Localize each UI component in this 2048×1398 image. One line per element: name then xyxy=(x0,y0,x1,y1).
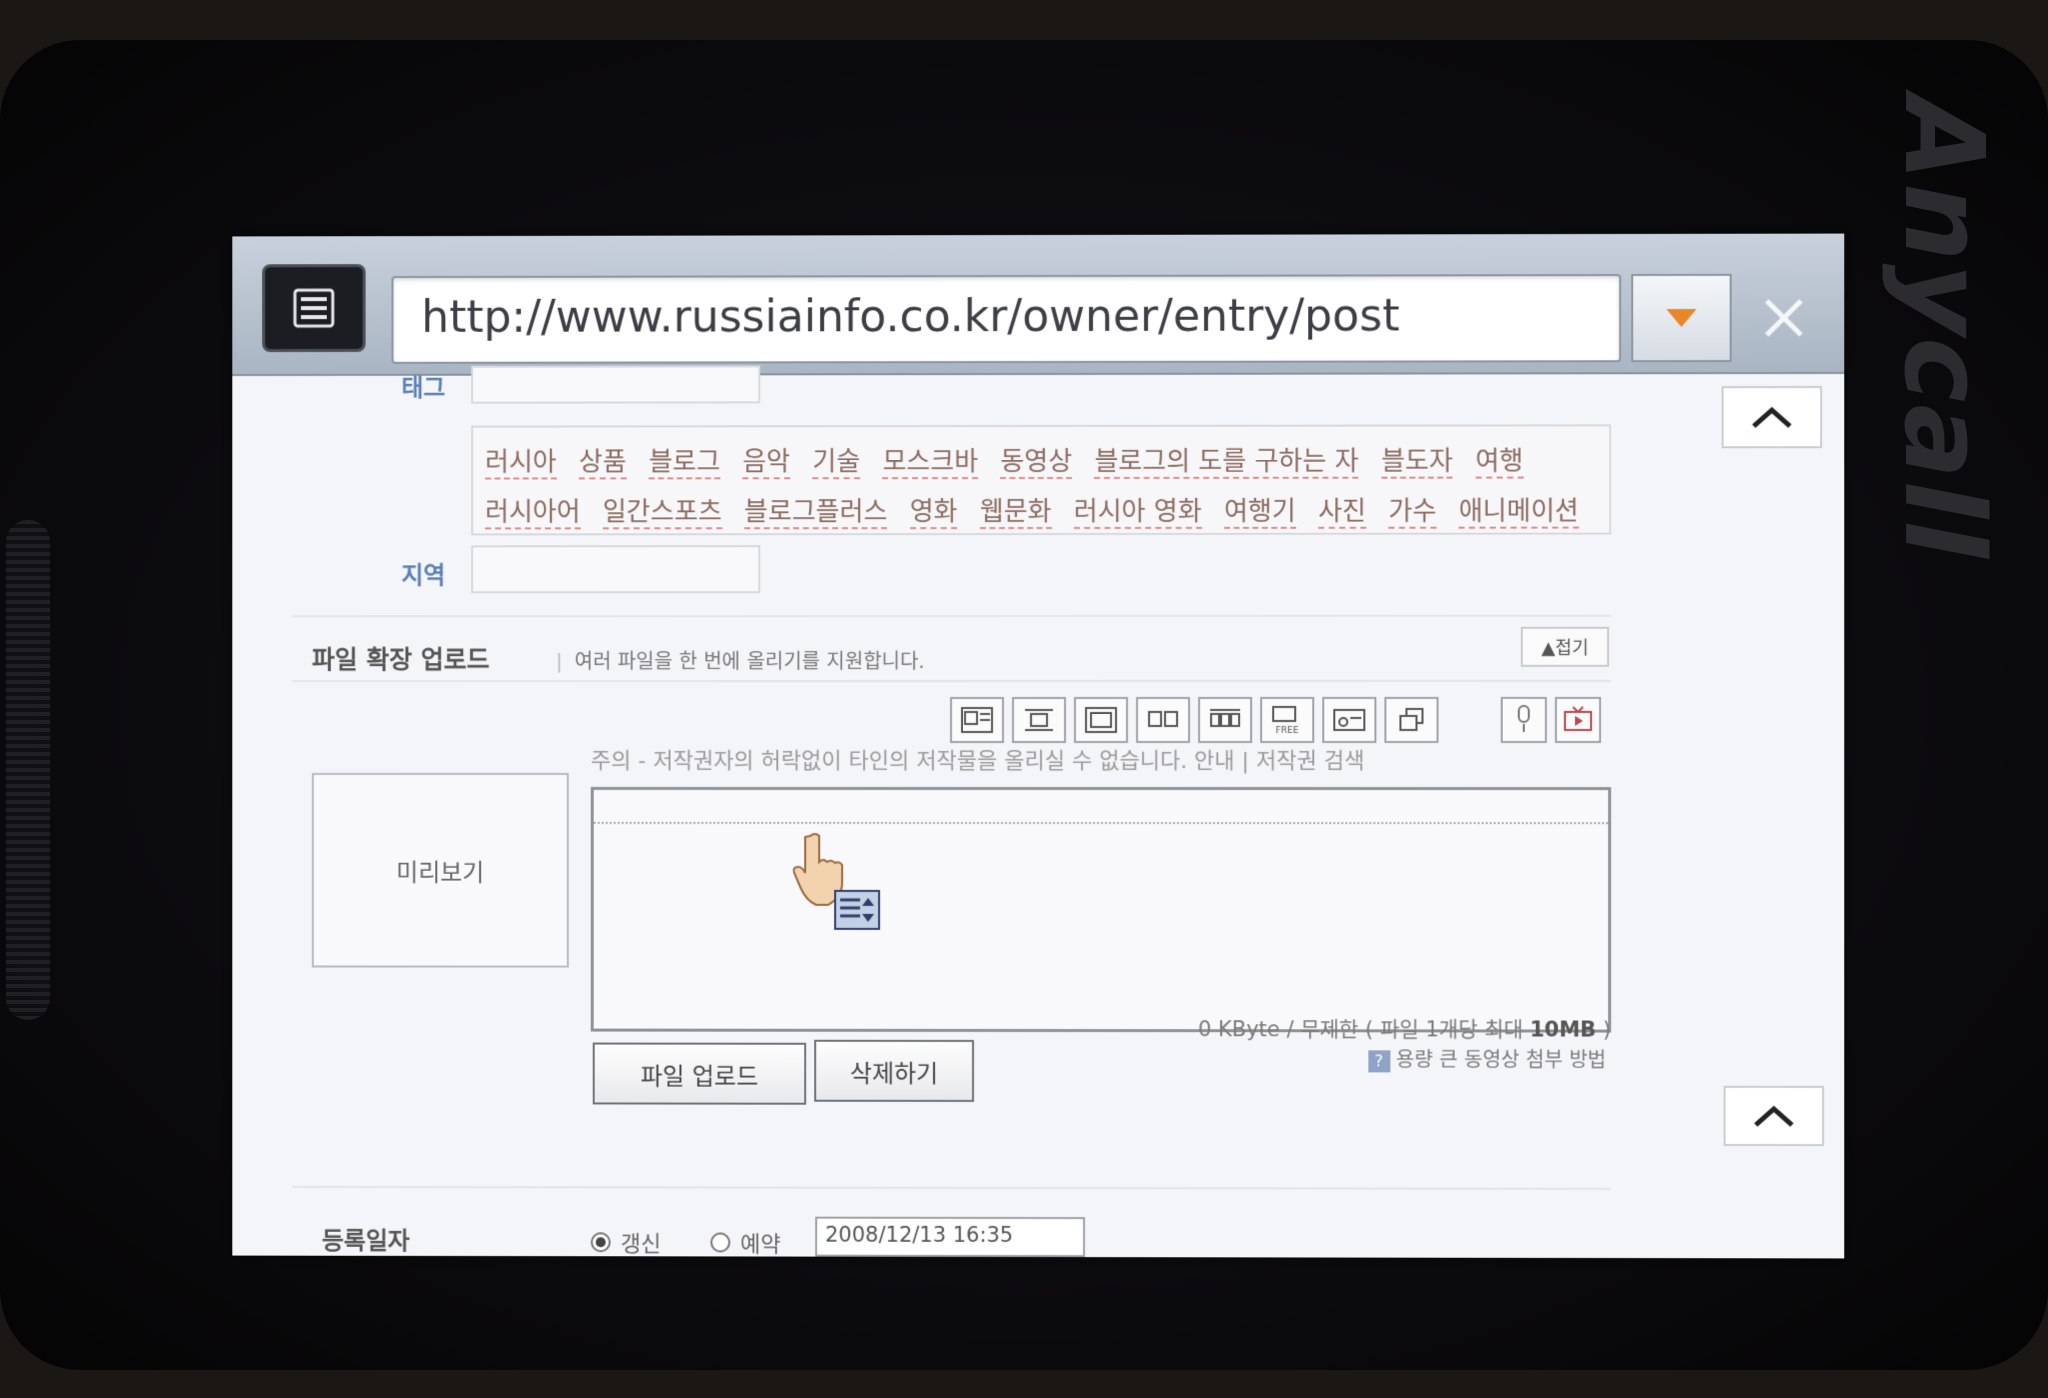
section-divider xyxy=(291,679,1612,683)
svg-text:FREE: FREE xyxy=(1276,726,1299,735)
region-label: 지역 xyxy=(401,561,446,590)
tag-item[interactable]: 일간스포츠 xyxy=(602,497,722,530)
tag-input[interactable] xyxy=(471,365,761,404)
url-history-dropdown[interactable] xyxy=(1631,273,1732,363)
tag-item[interactable]: 영화 xyxy=(909,497,958,530)
triangle-down-icon xyxy=(1666,308,1697,328)
radio-reserve[interactable]: 예약 xyxy=(710,1226,781,1258)
tag-item[interactable]: 여행 xyxy=(1475,446,1524,479)
phone-screen: http://www.russiainfo.co.kr/owner/entry/… xyxy=(232,233,1845,1259)
chevron-up-icon xyxy=(1750,404,1794,430)
tag-item[interactable]: 애니메이션 xyxy=(1458,496,1579,529)
free-layout-icon[interactable]: FREE xyxy=(1260,696,1315,743)
region-input[interactable] xyxy=(471,545,761,594)
preview-box: 미리보기 xyxy=(311,772,569,968)
preview-label: 미리보기 xyxy=(396,858,485,887)
file-list-box[interactable] xyxy=(590,786,1612,1033)
phone-brand-logo: Anycall xyxy=(1880,96,2008,560)
delete-button[interactable]: 삭제하기 xyxy=(814,1039,975,1102)
section-divider xyxy=(291,614,1612,618)
help-icon: ? xyxy=(1367,1050,1390,1073)
tag-item[interactable]: 블로그의 도를 구하는 자 xyxy=(1094,446,1359,479)
scroll-up-button-top[interactable] xyxy=(1721,386,1823,449)
scroll-up-button-bottom[interactable] xyxy=(1723,1085,1825,1147)
tag-item[interactable]: 모스크바 xyxy=(882,447,979,480)
tag-item[interactable]: 블로그 xyxy=(648,447,721,480)
tag-item[interactable]: 동영상 xyxy=(1000,446,1073,480)
scroll-widget-icon[interactable] xyxy=(834,889,881,930)
browser-menu-button[interactable] xyxy=(262,264,366,353)
web-page-content: 태그 러시아 상품 블로그 음악 기술 모스크바 동영상 블로그의 도를 구하는… xyxy=(232,365,1845,1259)
fold-button[interactable]: ▲접기 xyxy=(1520,626,1610,667)
upload-section-description: 여러 파일을 한 번에 올리기를 지원합니다. xyxy=(556,645,925,674)
registration-date-input[interactable]: 2008/12/13 16:35 xyxy=(815,1216,1086,1258)
tag-item[interactable]: 블로그플러스 xyxy=(744,497,888,530)
tag-item[interactable]: 사진 xyxy=(1318,496,1367,529)
image-gallery-icon[interactable] xyxy=(1322,696,1377,743)
media-toolbar xyxy=(1500,696,1602,743)
phone-device: Anycall http://www.russiainfo.co.kr/owne… xyxy=(0,40,2048,1370)
tag-item[interactable]: 러시아어 xyxy=(485,497,581,530)
storage-quota-text: 0 KByte / 무제한 ( 파일 1개당 최대 10MB ) xyxy=(1198,1017,1612,1042)
registration-date-label: 등록일자 xyxy=(321,1226,410,1255)
layout-three-column-icon[interactable] xyxy=(1198,696,1253,743)
chevron-up-icon xyxy=(1752,1103,1796,1129)
file-list-header xyxy=(593,789,1609,825)
radio-dot-unchecked xyxy=(710,1232,731,1253)
browser-close-button[interactable] xyxy=(1742,274,1826,362)
tag-cloud: 러시아 상품 블로그 음악 기술 모스크바 동영상 블로그의 도를 구하는 자 … xyxy=(471,424,1612,536)
layout-two-column-icon[interactable] xyxy=(1136,696,1191,743)
large-video-howto-link[interactable]: ? 용량 큰 동영상 첨부 방법 xyxy=(1110,1043,1606,1073)
image-layout-toolbar: FREE xyxy=(950,696,1439,744)
tag-item[interactable]: 블도자 xyxy=(1381,446,1453,479)
menu-icon xyxy=(294,289,336,329)
layout-right-icon[interactable] xyxy=(1074,696,1129,743)
tag-item[interactable]: 여행기 xyxy=(1224,496,1296,529)
radio-update[interactable]: 갱신 xyxy=(590,1226,661,1258)
close-icon xyxy=(1761,295,1807,341)
tag-item[interactable]: 러시아 영화 xyxy=(1073,496,1202,529)
tag-item[interactable]: 기술 xyxy=(812,447,861,480)
layout-center-icon[interactable] xyxy=(1012,696,1067,744)
radio-dot-checked xyxy=(590,1232,611,1253)
tag-item[interactable]: 음악 xyxy=(742,447,791,480)
tag-item[interactable]: 웹문화 xyxy=(979,496,1052,530)
layout-left-icon[interactable] xyxy=(950,697,1005,744)
tag-item[interactable]: 상품 xyxy=(578,447,627,480)
copy-window-icon[interactable] xyxy=(1384,696,1439,743)
video-tv-icon[interactable] xyxy=(1554,696,1602,743)
tag-label: 태그 xyxy=(401,373,446,402)
file-upload-button[interactable]: 파일 업로드 xyxy=(592,1042,807,1105)
upload-section-title: 파일 확장 업로드 xyxy=(311,645,490,675)
copyright-notice: 주의 - 저작권자의 허락없이 타인의 저작물을 올리실 수 없습니다. 안내 … xyxy=(590,748,1365,775)
tag-item[interactable]: 러시아 xyxy=(485,447,557,480)
section-divider xyxy=(291,1185,1612,1190)
browser-toolbar: http://www.russiainfo.co.kr/owner/entry/… xyxy=(232,233,1845,377)
address-bar[interactable]: http://www.russiainfo.co.kr/owner/entry/… xyxy=(391,274,1622,364)
microphone-icon[interactable] xyxy=(1500,696,1547,743)
tag-item[interactable]: 가수 xyxy=(1388,496,1437,529)
phone-speaker-grille xyxy=(6,520,50,1020)
